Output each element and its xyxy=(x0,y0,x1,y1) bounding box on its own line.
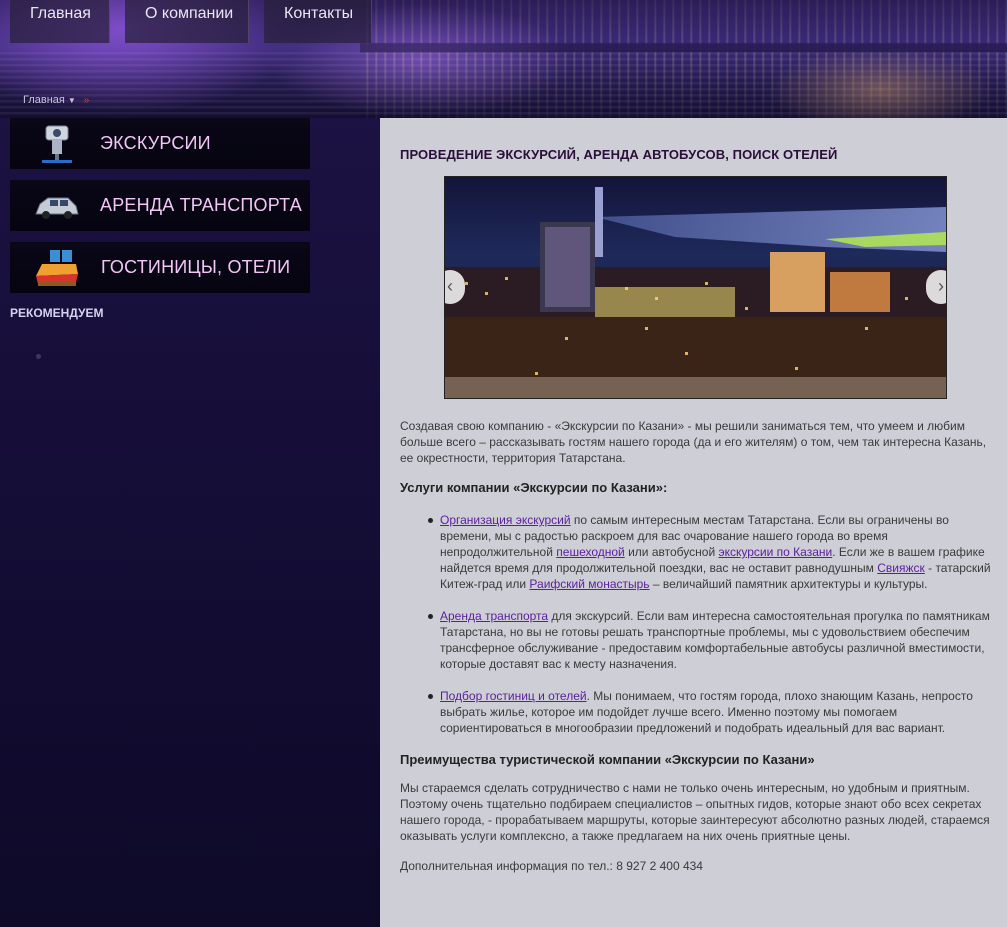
advantages-paragraph: Мы стараемся сделать сотрудничество с на… xyxy=(400,781,990,843)
caret-down-icon[interactable]: ▼ xyxy=(68,96,76,105)
camera-icon xyxy=(32,122,82,166)
sidebar-item-hotels[interactable]: ГОСТИНИЦЫ, ОТЕЛИ xyxy=(10,242,310,293)
page-title: ПРОВЕДЕНИЕ ЭКСКУРСИЙ, АРЕНДА АВТОБУСОВ, … xyxy=(400,147,838,162)
intro-paragraph: Создавая свою компанию - «Экскурсии по К… xyxy=(400,419,987,465)
services-list: Организация экскурсий по самым интересны… xyxy=(400,512,993,736)
article-body: Создавая свою компанию - «Экскурсии по К… xyxy=(400,418,993,874)
service-text: – величайший памятник архитектуры и куль… xyxy=(649,577,928,591)
bed-icon xyxy=(32,246,82,290)
list-item: Аренда транспорта для экскурсий. Если ва… xyxy=(428,608,993,672)
list-item: Подбор гостиниц и отелей. Мы понимаем, ч… xyxy=(428,688,993,736)
link-kazan-excursions[interactable]: экскурсии по Казани xyxy=(718,545,832,559)
link-excursions[interactable]: Организация экскурсий xyxy=(440,513,571,527)
sidebar-item-transport[interactable]: АРЕНДА ТРАНСПОРТА xyxy=(10,180,310,231)
service-text: или автобусной xyxy=(624,545,719,559)
link-transport-rental[interactable]: Аренда транспорта xyxy=(440,609,548,623)
breadcrumb-separator: » xyxy=(83,95,90,106)
sidebar: ЭКСКУРСИИ АРЕНДА ТРАНСПОРТА ГОСТИНИЦЫ, О xyxy=(0,118,380,927)
main-content: ПРОВЕДЕНИЕ ЭКСКУРСИЙ, АРЕНДА АВТОБУСОВ, … xyxy=(380,118,1007,927)
nav-home[interactable]: Главная xyxy=(10,0,110,43)
nav-contacts[interactable]: Контакты xyxy=(264,0,372,43)
breadcrumb: Главная ▼ » xyxy=(23,94,89,106)
sidebar-item-label: ЭКСКУРСИИ xyxy=(100,133,211,153)
sidebar-item-excursions[interactable]: ЭКСКУРСИИ xyxy=(10,118,310,169)
kazan-night-city-photo xyxy=(445,177,946,398)
header-banner: Главная О компании Контакты Главная ▼» xyxy=(0,0,1007,118)
sidebar-item-label: ГОСТИНИЦЫ, ОТЕЛИ xyxy=(101,257,291,277)
contact-info: Дополнительная информация по тел.: 8 927… xyxy=(400,859,703,873)
header-water-reflection xyxy=(0,52,1007,118)
services-heading: Услуги компании «Экскурсии по Казани»: xyxy=(400,480,668,495)
image-slider: ‹ › xyxy=(444,176,947,399)
link-walking[interactable]: пешеходной xyxy=(556,545,625,559)
nav-about[interactable]: О компании xyxy=(125,0,249,43)
sidebar-item-label: АРЕНДА ТРАНСПОРТА xyxy=(100,195,302,215)
slider-next-button[interactable]: › xyxy=(926,270,946,304)
list-item: Организация экскурсий по самым интересны… xyxy=(428,512,993,592)
recommend-list-bullet xyxy=(36,354,41,359)
link-hotels[interactable]: Подбор гостиниц и отелей xyxy=(440,689,587,703)
car-icon xyxy=(32,184,82,228)
recommend-heading: РЕКОМЕНДУЕМ xyxy=(10,306,104,320)
breadcrumb-home-link[interactable]: Главная xyxy=(23,94,65,106)
link-raifa-monastery[interactable]: Раифский монастырь xyxy=(529,577,649,591)
advantages-heading: Преимущества туристической компании «Экс… xyxy=(400,752,815,767)
link-sviyazhsk[interactable]: Свияжск xyxy=(877,561,925,575)
